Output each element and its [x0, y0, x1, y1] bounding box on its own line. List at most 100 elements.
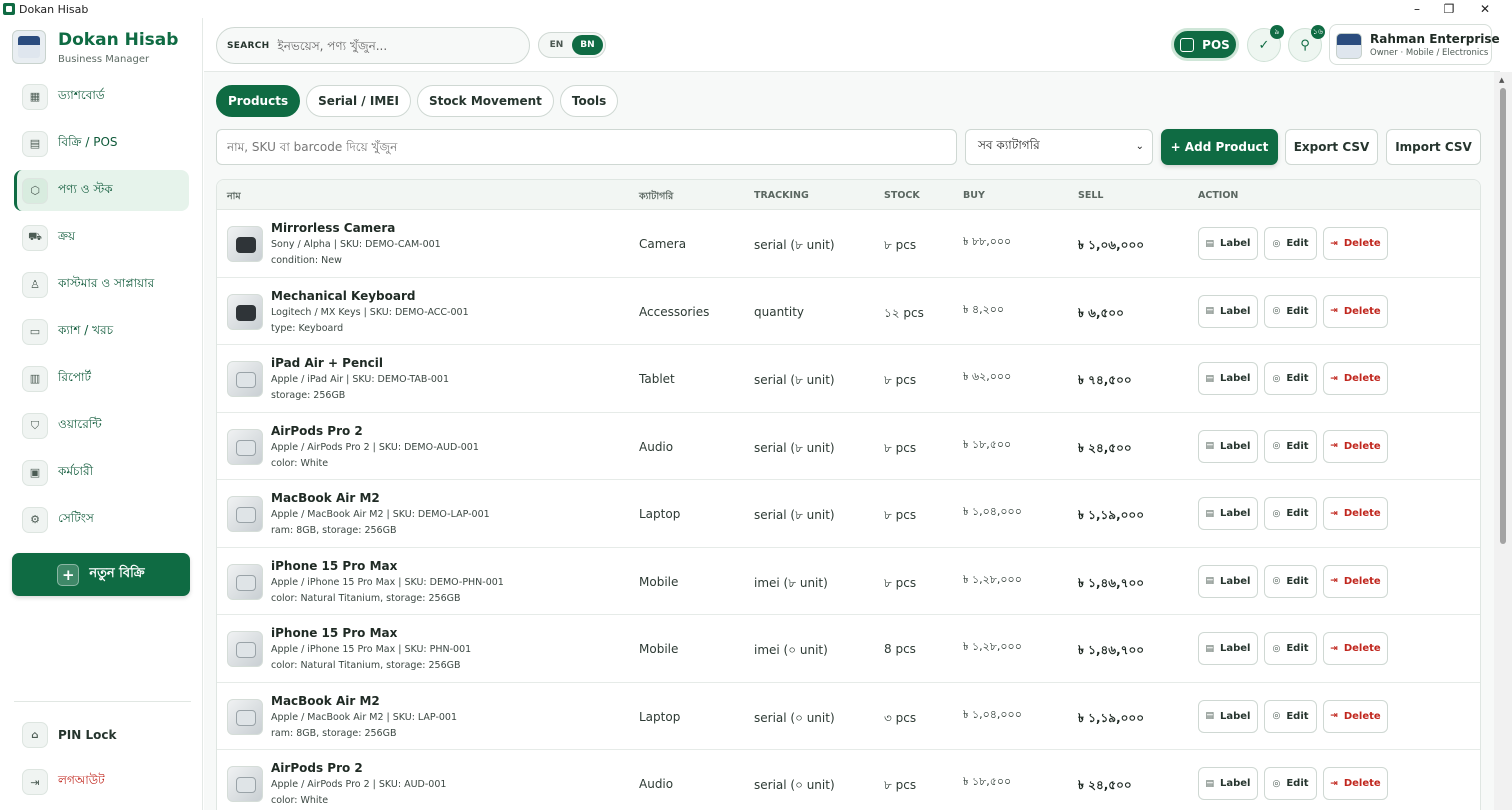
- sidebar-item-1[interactable]: ▤ বিক্রি / POS: [14, 123, 189, 164]
- tab-products[interactable]: Products: [216, 85, 301, 117]
- edit-button[interactable]: ◎ Edit: [1264, 294, 1317, 328]
- col-category[interactable]: ক্যাটাগরি: [639, 190, 673, 205]
- language-toggle[interactable]: EN BN: [538, 32, 606, 58]
- tab-stock-movement[interactable]: Stock Movement: [416, 85, 554, 117]
- edit-button[interactable]: ◎ Edit: [1264, 227, 1317, 260]
- scrollbar-thumb[interactable]: [1500, 88, 1506, 544]
- col-sell[interactable]: SELL: [1078, 190, 1103, 201]
- product-tracking: serial (৮ unit): [754, 508, 835, 522]
- edit-button[interactable]: ◎ Edit: [1264, 632, 1317, 665]
- edit-button[interactable]: ◎ Edit: [1264, 564, 1317, 598]
- delete-button[interactable]: ⇥ Delete: [1323, 497, 1388, 530]
- scroll-up-icon[interactable]: ▲: [1499, 76, 1504, 84]
- sidebar-item-3[interactable]: ⛟ ক্রয়: [14, 217, 189, 258]
- product-name[interactable]: MacBook Air M2: [271, 491, 380, 505]
- brand[interactable]: Dokan Hisab Business Manager: [12, 30, 178, 65]
- col-buy[interactable]: BUY: [963, 190, 985, 201]
- label-button[interactable]: ▤ Label: [1198, 497, 1258, 530]
- label-button[interactable]: ▤ Label: [1198, 429, 1258, 463]
- add-product-button[interactable]: + Add Product: [1161, 129, 1278, 165]
- lang-bn-option[interactable]: BN: [572, 35, 603, 55]
- product-name[interactable]: iPad Air + Pencil: [271, 356, 383, 370]
- product-name[interactable]: MacBook Air M2: [271, 694, 380, 708]
- sidebar-item-7[interactable]: ⛉ ওয়ারেন্টি: [14, 405, 189, 446]
- close-button[interactable]: ✕: [1468, 0, 1502, 18]
- logout-button[interactable]: ⇥ লগআউট: [14, 764, 189, 800]
- product-meta: Apple / MacBook Air M2 | SKU: DEMO-LAP-0…: [271, 509, 490, 520]
- sidebar-item-4[interactable]: ♙ কাস্টমার ও সাপ্লায়ার: [14, 264, 189, 305]
- delete-button[interactable]: ⇥ Delete: [1323, 632, 1388, 665]
- import-csv-button[interactable]: Import CSV: [1386, 129, 1481, 165]
- table-row[interactable]: iPhone 15 Pro Max Apple / iPhone 15 Pro M…: [217, 615, 1480, 683]
- delete-button[interactable]: ⇥ Delete: [1323, 767, 1388, 800]
- table-row[interactable]: Mirrorless Camera Sony / Alpha | SKU: DEM…: [217, 210, 1480, 278]
- product-search-input[interactable]: [216, 129, 957, 165]
- pin-lock-button[interactable]: ⌂ PIN Lock: [14, 717, 189, 753]
- product-name[interactable]: Mirrorless Camera: [271, 221, 395, 235]
- sidebar-item-8[interactable]: ▣ কর্মচারী: [14, 452, 189, 493]
- tab-serial-imei[interactable]: Serial / IMEI: [306, 85, 411, 117]
- delete-button[interactable]: ⇥ Delete: [1323, 362, 1388, 395]
- table-row[interactable]: AirPods Pro 2 Apple / AirPods Pro 2 | SKU…: [217, 750, 1480, 810]
- sidebar-item-6[interactable]: ▥ রিপোর্ট: [14, 358, 189, 399]
- new-sale-button[interactable]: + নতুন বিক্রি: [12, 553, 190, 596]
- edit-button[interactable]: ◎ Edit: [1264, 429, 1317, 463]
- col-stock[interactable]: STOCK: [884, 190, 920, 201]
- sidebar-item-5[interactable]: ▭ ক্যাশ / খরচ: [14, 311, 189, 352]
- table-row[interactable]: iPad Air + Pencil Apple / iPad Air | SKU:…: [217, 345, 1480, 413]
- tab-bar: Products Serial / IMEI Stock Movement Tools: [216, 85, 624, 117]
- product-name[interactable]: iPhone 15 Pro Max: [271, 626, 397, 640]
- delete-button[interactable]: ⇥ Delete: [1323, 294, 1388, 328]
- search-input[interactable]: [277, 38, 518, 53]
- delete-button[interactable]: ⇥ Delete: [1323, 227, 1388, 260]
- lang-en-option[interactable]: EN: [541, 35, 572, 55]
- sidebar-item-9[interactable]: ⚙ সেটিংস: [14, 499, 189, 540]
- edit-icon: ◎: [1272, 238, 1281, 249]
- tools-button[interactable]: ⚲ ১৬: [1288, 25, 1325, 62]
- label-button[interactable]: ▤ Label: [1198, 699, 1258, 733]
- table-row[interactable]: iPhone 15 Pro Max Apple / iPhone 15 Pro M…: [217, 548, 1480, 615]
- col-tracking[interactable]: TRACKING: [754, 190, 809, 201]
- col-name[interactable]: নাম: [227, 190, 241, 205]
- product-name[interactable]: iPhone 15 Pro Max: [271, 559, 397, 573]
- label-button[interactable]: ▤ Label: [1198, 362, 1258, 395]
- table-row[interactable]: MacBook Air M2 Apple / MacBook Air M2 | S…: [217, 480, 1480, 548]
- tab-tools[interactable]: Tools: [559, 85, 619, 117]
- product-name[interactable]: Mechanical Keyboard: [271, 289, 415, 303]
- table-row[interactable]: Mechanical Keyboard Logitech / MX Keys | …: [217, 278, 1480, 345]
- profile-card[interactable]: Rahman Enterprise Owner · Mobile / Elect…: [1329, 24, 1500, 65]
- global-search[interactable]: SEARCH: [216, 27, 530, 64]
- table-row[interactable]: MacBook Air M2 Apple / MacBook Air M2 | S…: [217, 683, 1480, 750]
- sidebar-item-2[interactable]: ⬡ পণ্য ও স্টক: [14, 170, 189, 211]
- maximize-button[interactable]: ❐: [1432, 0, 1466, 18]
- page-scrollbar[interactable]: ▲: [1494, 72, 1512, 810]
- label-button[interactable]: ▤ Label: [1198, 294, 1258, 328]
- delete-button[interactable]: ⇥ Delete: [1323, 699, 1388, 733]
- product-thumbnail: [227, 496, 263, 532]
- tag-icon: ▤: [1205, 373, 1214, 384]
- label-button[interactable]: ▤ Label: [1198, 564, 1258, 598]
- warranty-button[interactable]: ✓ ৯: [1247, 25, 1284, 62]
- edit-button[interactable]: ◎ Edit: [1264, 497, 1317, 530]
- table-row[interactable]: AirPods Pro 2 Apple / AirPods Pro 2 | SKU…: [217, 413, 1480, 480]
- product-attributes: condition: New: [271, 255, 342, 266]
- export-csv-button[interactable]: Export CSV: [1285, 129, 1378, 165]
- label-button[interactable]: ▤ Label: [1198, 632, 1258, 665]
- edit-button[interactable]: ◎ Edit: [1264, 362, 1317, 395]
- label-button[interactable]: ▤ Label: [1198, 227, 1258, 260]
- delete-button[interactable]: ⇥ Delete: [1323, 429, 1388, 463]
- product-name[interactable]: AirPods Pro 2: [271, 424, 363, 438]
- edit-button[interactable]: ◎ Edit: [1264, 767, 1317, 800]
- edit-button[interactable]: ◎ Edit: [1264, 699, 1317, 733]
- delete-button[interactable]: ⇥ Delete: [1323, 564, 1388, 598]
- sidebar-item-0[interactable]: ▦ ড্যাশবোর্ড: [14, 76, 189, 117]
- pos-button[interactable]: POS: [1171, 28, 1239, 61]
- product-sell-price: ৳ ১,৪৬,৭০০: [1078, 643, 1145, 657]
- product-name[interactable]: AirPods Pro 2: [271, 761, 363, 775]
- edit-icon: ◎: [1272, 508, 1281, 519]
- minimize-button[interactable]: –: [1400, 0, 1434, 18]
- delete-icon: ⇥: [1330, 373, 1338, 384]
- label-button-text: Label: [1220, 710, 1251, 722]
- category-select[interactable]: সব ক্যাটাগরি ⌄: [965, 129, 1153, 165]
- label-button[interactable]: ▤ Label: [1198, 767, 1258, 800]
